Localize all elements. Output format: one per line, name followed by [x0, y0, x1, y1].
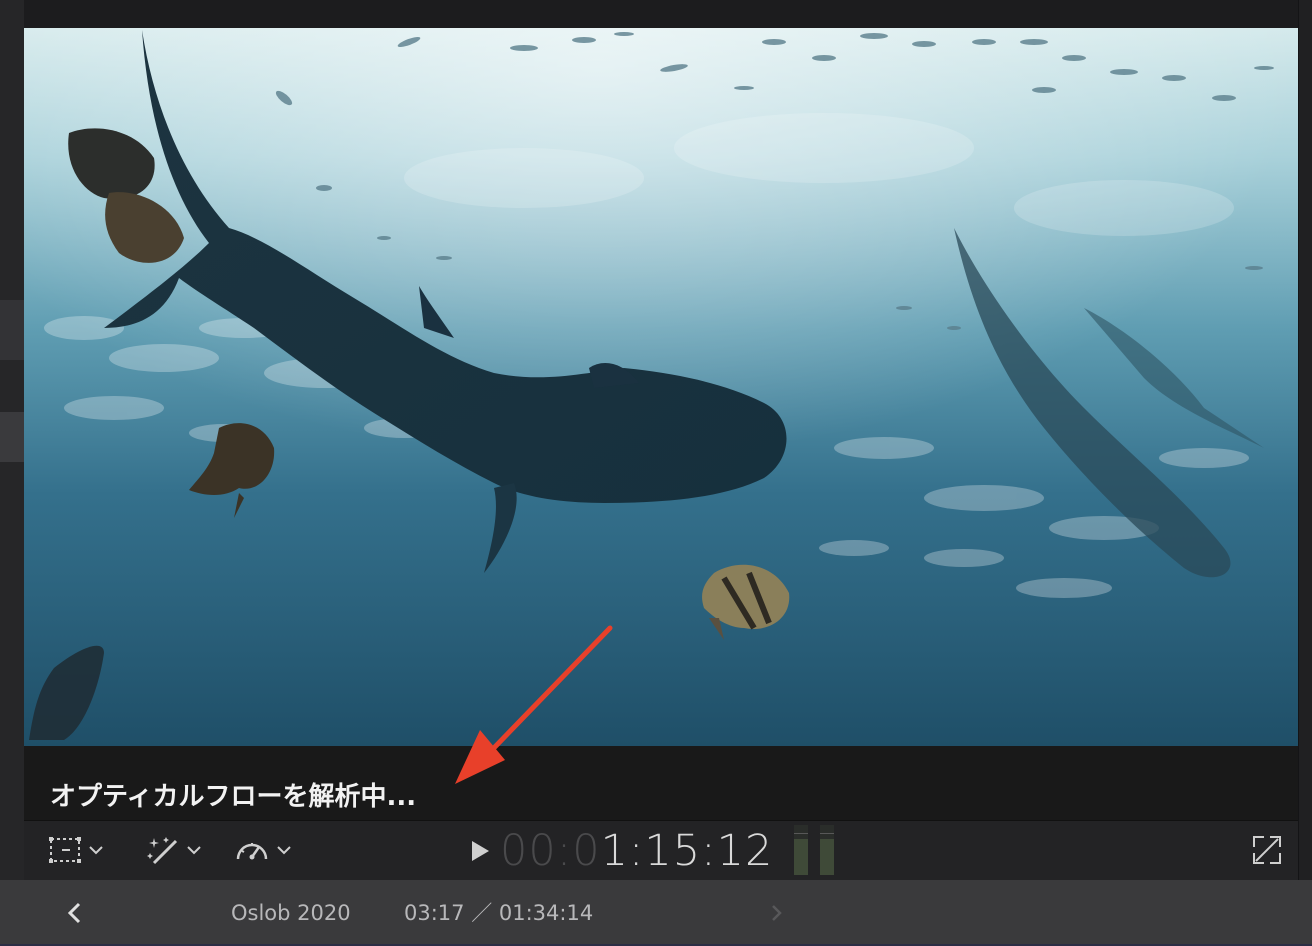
- transform-menu-button[interactable]: [48, 833, 104, 867]
- playback-area: 00:01:15:12: [468, 827, 773, 875]
- right-panel-edge: [1298, 0, 1312, 880]
- video-viewer[interactable]: [24, 28, 1298, 746]
- chevron-right-icon[interactable]: [764, 898, 790, 928]
- audio-meter-left: [794, 825, 808, 875]
- retime-menu-button[interactable]: [234, 833, 292, 867]
- chevron-left-icon[interactable]: [62, 898, 88, 928]
- video-frame: [24, 28, 1298, 746]
- project-duration: 03:17 ／ 01:34:14: [404, 901, 594, 925]
- audio-meter-right: [820, 825, 834, 875]
- enhance-menu-button[interactable]: [146, 833, 202, 867]
- viewer-top-bar: [24, 0, 1312, 28]
- magic-wand-icon: [147, 837, 178, 865]
- project-name: Oslob 2020: [231, 901, 351, 925]
- left-panel-edge: [0, 0, 24, 880]
- speedometer-icon: [236, 843, 268, 860]
- crop-transform-icon: [49, 837, 81, 863]
- analysis-status-text: オプティカルフローを解析中...: [50, 782, 417, 812]
- left-panel-row: [0, 412, 24, 462]
- timecode-display[interactable]: 00:01:15:12: [500, 827, 773, 875]
- audio-meters[interactable]: [794, 825, 834, 875]
- timeline-nav-bar: Oslob 2020 03:17 ／ 01:34:14: [0, 880, 1312, 946]
- chevron-down-icon: [187, 846, 201, 855]
- chevron-down-icon: [89, 846, 103, 855]
- fullscreen-icon[interactable]: [1252, 835, 1282, 865]
- status-overlay: オプティカルフローを解析中...: [24, 746, 1298, 820]
- viewer-control-bar: 00:01:15:12: [24, 820, 1298, 881]
- left-panel-row: [0, 300, 24, 360]
- chevron-down-icon: [277, 846, 291, 855]
- timecode-value: 1:15:12: [600, 826, 774, 876]
- play-icon[interactable]: [468, 839, 492, 863]
- timecode-leading-zeros: 00:0: [500, 826, 601, 876]
